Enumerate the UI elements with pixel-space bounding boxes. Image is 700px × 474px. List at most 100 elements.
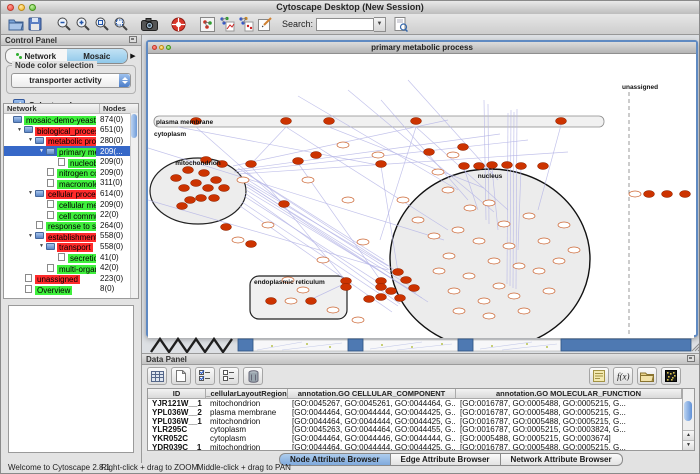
graph-node-unselected[interactable] [397, 197, 409, 203]
birds-eye-view-panel[interactable] [8, 305, 134, 453]
graph-node-unselected[interactable] [568, 247, 580, 253]
label-icon[interactable] [589, 367, 609, 385]
attribute-matrix-icon[interactable] [661, 367, 681, 385]
graph-node[interactable] [393, 269, 404, 276]
graph-node[interactable] [502, 162, 513, 169]
table-row[interactable]: YDR039C__1mitochondrion[GO:0044464, GO:0… [148, 443, 682, 450]
graph-node-unselected[interactable] [473, 238, 485, 244]
search-advanced-icon[interactable] [391, 16, 410, 33]
graph-node-unselected[interactable] [372, 152, 384, 158]
graph-node[interactable] [409, 285, 420, 292]
graph-node[interactable] [487, 162, 498, 169]
expand-arrow-icon[interactable]: ▼ [26, 233, 35, 239]
table-scrollbar-thumb[interactable] [684, 401, 692, 421]
tree-scrollbar-thumb[interactable] [131, 114, 137, 138]
region-mitochondrion[interactable] [150, 158, 246, 224]
new-attribute-icon[interactable] [171, 367, 191, 385]
graph-node-unselected[interactable] [433, 268, 445, 274]
search-input[interactable] [316, 18, 374, 31]
graph-node-unselected[interactable] [428, 233, 440, 239]
graph-node-unselected[interactable] [443, 253, 455, 259]
tree-column-nodes[interactable]: Nodes [100, 104, 138, 113]
graph-node[interactable] [209, 195, 220, 202]
graph-node-unselected[interactable] [447, 152, 459, 158]
merge-networks-icon[interactable] [217, 16, 236, 33]
select-attributes-icon[interactable] [195, 367, 215, 385]
graph-node-unselected[interactable] [488, 258, 500, 264]
tree-row[interactable]: Overview8(0) [4, 284, 138, 295]
graph-node[interactable] [183, 167, 194, 174]
attribute-grid-icon[interactable] [147, 367, 167, 385]
graph-node[interactable] [662, 191, 673, 198]
search-dropdown-icon[interactable]: ▼ [374, 17, 386, 32]
graph-node-unselected[interactable] [464, 205, 476, 211]
scroll-up-icon[interactable]: ▲ [683, 430, 694, 440]
graph-node[interactable] [680, 191, 691, 198]
graph-node[interactable] [219, 185, 230, 192]
graph-node[interactable] [185, 197, 196, 204]
graph-node[interactable] [177, 203, 188, 210]
graph-node[interactable] [211, 177, 222, 184]
graph-node[interactable] [246, 161, 257, 168]
graph-node-unselected[interactable] [513, 263, 525, 269]
graph-node-unselected[interactable] [237, 177, 249, 183]
graph-node[interactable] [324, 118, 335, 125]
graph-node[interactable] [376, 161, 387, 168]
table-column-header[interactable]: _cellularLayoutRegion [206, 389, 288, 399]
graph-node-unselected[interactable] [543, 288, 555, 294]
graph-node-unselected[interactable] [518, 308, 530, 314]
network-view-titlebar[interactable]: primary metabolic process [148, 42, 696, 54]
graph-node-unselected[interactable] [327, 307, 339, 313]
expand-arrow-icon[interactable]: ▼ [37, 148, 46, 154]
expand-arrow-icon[interactable]: ▼ [26, 190, 35, 196]
graph-node[interactable] [395, 295, 406, 302]
table-column-header[interactable]: annotation.GO CELLULAR_COMPONENT [288, 389, 456, 399]
graph-node[interactable] [203, 185, 214, 192]
vizmapper-icon[interactable] [169, 16, 188, 33]
table-scrollbar[interactable]: ▲ ▼ [682, 389, 694, 450]
tree-scrollbar[interactable] [130, 113, 138, 298]
formula-icon[interactable]: f(x) [613, 367, 633, 385]
graph-node[interactable] [538, 163, 549, 170]
graph-node[interactable] [411, 118, 422, 125]
import-attributes-icon[interactable] [637, 367, 657, 385]
zoom-out-icon[interactable] [54, 16, 73, 33]
region-nucleus[interactable] [390, 169, 590, 338]
graph-node[interactable] [293, 158, 304, 165]
open-file-icon[interactable] [6, 16, 25, 33]
zoom-selected-icon[interactable] [92, 16, 111, 33]
attribute-table[interactable]: ID_cellularLayoutRegionannotation.GO CEL… [148, 389, 682, 450]
graph-node[interactable] [424, 149, 435, 156]
graph-node[interactable] [171, 175, 182, 182]
graph-node[interactable] [199, 170, 210, 177]
graph-node-unselected[interactable] [553, 258, 565, 264]
graph-node[interactable] [191, 180, 202, 187]
table-row[interactable]: YJR121W__1mitochondrion[GO:0045267, GO:0… [148, 399, 682, 408]
expand-arrow-icon[interactable]: ▼ [15, 127, 24, 133]
graph-node[interactable] [196, 195, 207, 202]
graph-node-unselected[interactable] [463, 273, 475, 279]
graph-node[interactable] [458, 144, 469, 151]
graph-node-unselected[interactable] [629, 191, 641, 197]
graph-node[interactable] [376, 294, 387, 301]
graph-node[interactable] [279, 201, 290, 208]
graph-node[interactable] [281, 118, 292, 125]
save-session-icon[interactable] [25, 16, 44, 33]
control-panel-header[interactable]: Control Panel [1, 35, 141, 46]
table-row[interactable]: YPL036W__2plasma membrane[GO:0044464, GO… [148, 408, 682, 417]
graph-node[interactable] [311, 152, 322, 159]
graph-node-unselected[interactable] [523, 213, 535, 219]
data-panel-header[interactable]: Data Panel [142, 354, 699, 365]
delete-attribute-icon[interactable] [243, 367, 263, 385]
unselect-attributes-icon[interactable] [219, 367, 239, 385]
table-row[interactable]: YKR052Ccytoplasm[GO:0044464, GO:0044446,… [148, 434, 682, 443]
graph-node[interactable] [401, 277, 412, 284]
zoom-in-icon[interactable] [73, 16, 92, 33]
graph-node-unselected[interactable] [297, 287, 309, 293]
graph-node-unselected[interactable] [302, 177, 314, 183]
tab-overflow-button[interactable]: ▶ [128, 52, 138, 60]
graph-node[interactable] [556, 118, 567, 125]
graph-node[interactable] [266, 298, 277, 305]
graph-node-unselected[interactable] [452, 227, 464, 233]
graph-node[interactable] [516, 163, 527, 170]
